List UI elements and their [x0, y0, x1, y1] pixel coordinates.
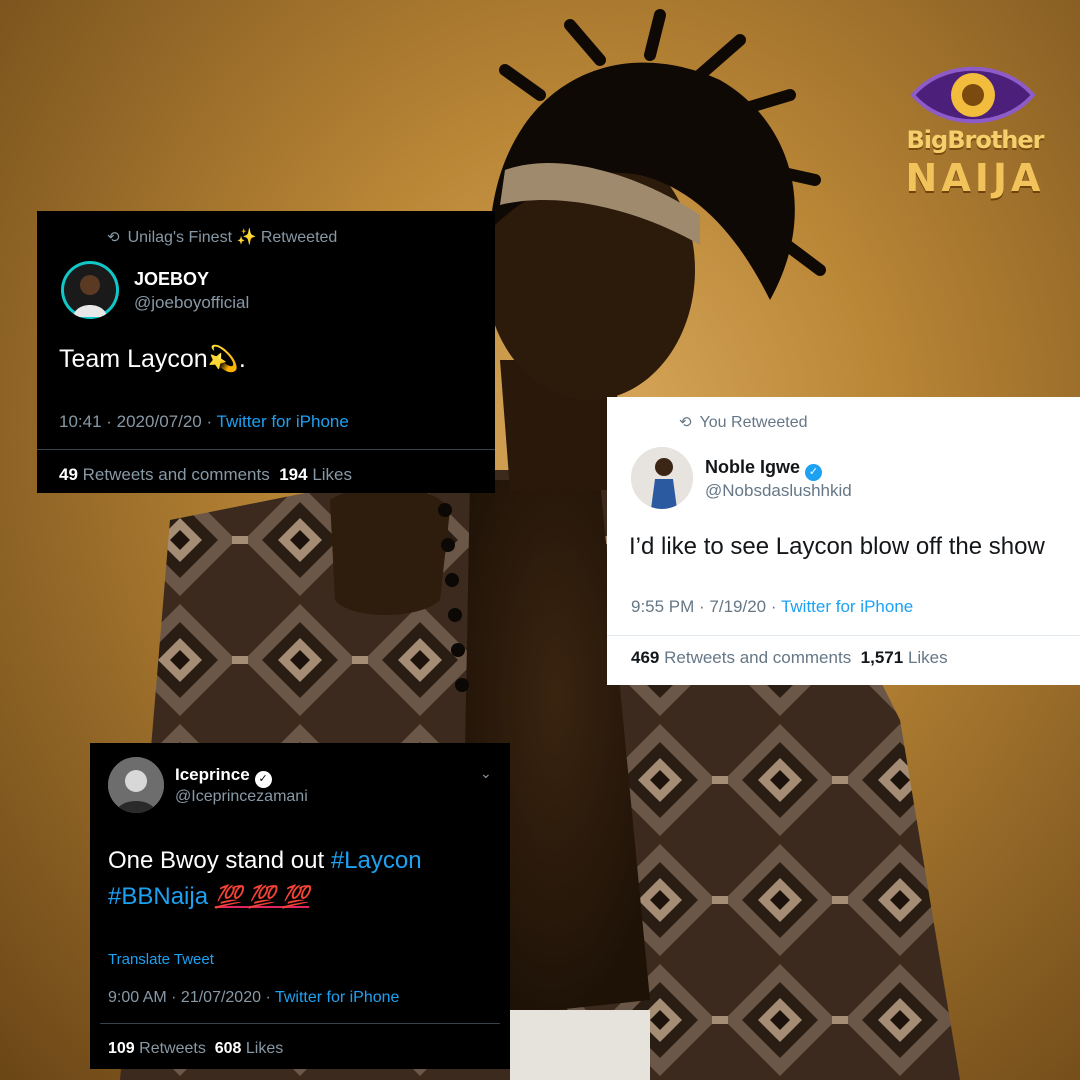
- tweet-timestamp: 10:41 · 2020/07/20 · Twitter for iPhone: [59, 412, 349, 432]
- timestamp-text: 10:41 · 2020/07/20 ·: [59, 412, 213, 431]
- profile-photo: [108, 757, 164, 813]
- profile-photo: [631, 447, 693, 509]
- tweet-text-main: Team Laycon: [59, 345, 208, 373]
- retweet-count-label: Retweets: [139, 1040, 206, 1057]
- like-count-label: Likes: [245, 1040, 284, 1057]
- tweet-text: One Bwoy stand out #Laycon #BBNaija 💯 💯 …: [108, 843, 498, 915]
- retweet-context: ⟲ You Retweeted: [679, 413, 808, 432]
- like-count[interactable]: 1,571: [861, 648, 904, 667]
- user-handle[interactable]: @Nobsdaslushhkid: [705, 481, 852, 501]
- tweet-card-iceprince[interactable]: Iceprince ✓ @Iceprincezamani ⌄ One Bwoy s…: [90, 743, 510, 1069]
- retweet-count-label: Retweets and comments: [82, 465, 270, 484]
- source-link[interactable]: Twitter for iPhone: [275, 989, 400, 1006]
- logo-text-naija: NAIJA: [905, 156, 1045, 200]
- retweet-context-label: Unilag's Finest ✨ Retweeted: [127, 229, 338, 246]
- eye-logo-icon: [910, 66, 1036, 124]
- tweet-stats: 109 Retweets 608 Likes: [108, 1040, 283, 1058]
- tweet-stats: 49 Retweets and comments 194 Likes: [59, 465, 352, 485]
- like-count-label: Likes: [312, 465, 352, 484]
- tweet-card-joeboy[interactable]: ⟲ Unilag's Finest ✨ Retweeted JOEBOY @joe…: [37, 211, 495, 493]
- tweet-text: I’d like to see Laycon blow off the show: [629, 533, 1045, 560]
- avatar[interactable]: [108, 757, 164, 813]
- retweet-context-label: You Retweeted: [699, 414, 808, 431]
- source-link[interactable]: Twitter for iPhone: [781, 597, 913, 616]
- verified-badge-icon: ✓: [254, 771, 272, 788]
- timestamp-text: 9:00 AM · 21/07/2020 ·: [108, 989, 271, 1006]
- translate-tweet-link[interactable]: Translate Tweet: [108, 951, 214, 968]
- tweet-text: Team Laycon💫.: [59, 345, 246, 374]
- like-count-label: Likes: [907, 648, 948, 667]
- logo-text-bigbrother: BigBrother: [906, 126, 1045, 154]
- like-count[interactable]: 608: [215, 1040, 242, 1057]
- display-name-text: Iceprince: [175, 765, 250, 784]
- profile-photo: [64, 264, 116, 317]
- retweet-context: ⟲ Unilag's Finest ✨ Retweeted: [107, 227, 337, 247]
- retweet-icon: ⟲: [679, 414, 692, 431]
- display-name[interactable]: Iceprince ✓: [175, 765, 272, 788]
- tweet-timestamp: 9:55 PM · 7/19/20 · Twitter for iPhone: [631, 597, 913, 617]
- retweet-count[interactable]: 469: [631, 648, 659, 667]
- retweet-icon: ⟲: [107, 229, 120, 246]
- retweet-count-label: Retweets and comments: [664, 648, 852, 667]
- divider: [37, 449, 495, 450]
- tweet-timestamp: 9:00 AM · 21/07/2020 · Twitter for iPhon…: [108, 989, 399, 1007]
- avatar[interactable]: [631, 447, 693, 509]
- dizzy-emoji: 💫.: [207, 345, 246, 373]
- user-handle[interactable]: @joeboyofficial: [134, 293, 249, 313]
- tweet-stats: 469 Retweets and comments 1,571 Likes: [631, 648, 948, 668]
- retweet-count[interactable]: 49: [59, 465, 78, 484]
- hashtag-laycon[interactable]: #Laycon: [331, 847, 422, 874]
- hashtag-bbnaija[interactable]: #BBNaija: [108, 883, 208, 910]
- verified-badge-icon: ✓: [805, 464, 823, 481]
- bbnaija-logo: BigBrother NAIJA: [900, 52, 1050, 202]
- display-name[interactable]: JOEBOY: [134, 269, 209, 290]
- timestamp-text: 9:55 PM · 7/19/20 ·: [631, 597, 777, 616]
- display-name-text: Noble Igwe: [705, 457, 801, 477]
- display-name[interactable]: Noble Igwe ✓: [705, 457, 823, 481]
- chevron-down-icon[interactable]: ⌄: [480, 765, 492, 782]
- like-count[interactable]: 194: [279, 465, 307, 484]
- divider: [607, 635, 1080, 636]
- tweet-card-noble-igwe[interactable]: ⟲ You Retweeted Noble Igwe ✓ @Nobsdaslushh…: [607, 397, 1080, 685]
- user-handle[interactable]: @Iceprincezamani: [175, 788, 308, 806]
- hundred-points-emoji: 💯 💯 💯: [214, 884, 310, 909]
- source-link[interactable]: Twitter for iPhone: [217, 412, 349, 431]
- avatar[interactable]: [61, 261, 119, 319]
- tweet-text-main: One Bwoy stand out: [108, 847, 325, 874]
- divider: [100, 1023, 500, 1024]
- retweet-count[interactable]: 109: [108, 1040, 135, 1057]
